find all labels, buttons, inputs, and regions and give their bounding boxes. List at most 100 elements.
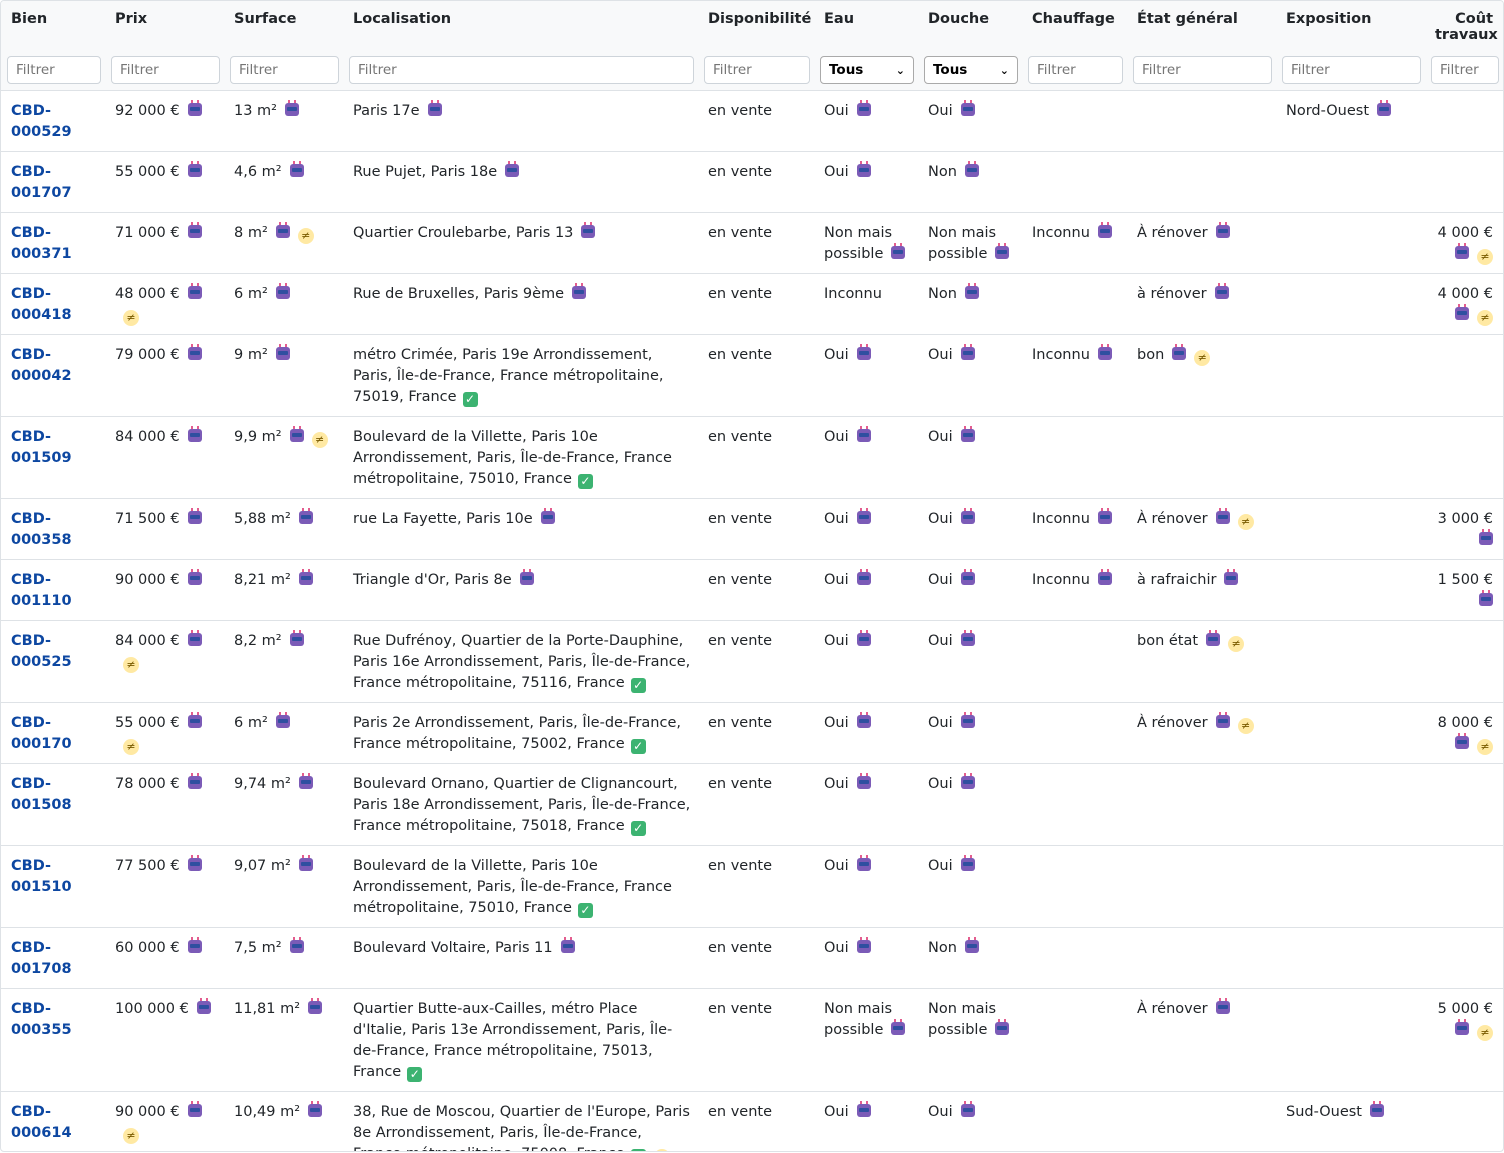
robot-icon xyxy=(995,243,1010,259)
property-id-prefix: CBD- xyxy=(11,633,52,649)
robot-icon xyxy=(275,222,290,238)
property-id-link[interactable]: CBD- 000371 xyxy=(11,225,72,262)
cell-exposition xyxy=(1276,416,1425,499)
header-prix[interactable]: Prix xyxy=(105,1,224,53)
price-value: 55 000 € xyxy=(115,164,180,180)
condition-value: à rafraichir xyxy=(1137,572,1217,588)
robot-icon xyxy=(856,508,871,524)
cell-exposition xyxy=(1276,334,1425,417)
table-row[interactable]: CBD- 000042 79 000 € 9 m² métro Crimée, Pari… xyxy=(1,334,1503,417)
filter-disponibilite-input[interactable] xyxy=(704,56,810,84)
table-row[interactable]: CBD- 000529 92 000 € 13 m² Paris 17e en vente… xyxy=(1,90,1503,152)
property-id-link[interactable]: CBD- 001708 xyxy=(11,940,72,977)
table-row[interactable]: CBD- 001508 78 000 € 9,74 m² Boulevard Ornan… xyxy=(1,763,1503,846)
table-row[interactable]: CBD- 000170 55 000 € ≠ 6 m² Paris 2e Arrondis… xyxy=(1,702,1503,764)
price-value: 100 000 € xyxy=(115,1001,189,1017)
property-id-link[interactable]: CBD- 000042 xyxy=(11,347,72,384)
cell-bien: CBD- 001509 xyxy=(1,416,105,499)
cell-eau: Oui xyxy=(814,416,918,499)
cell-cout-travaux xyxy=(1425,151,1503,213)
availability-value: en vente xyxy=(708,776,773,792)
filter-localisation-input[interactable] xyxy=(349,56,694,84)
table-row[interactable]: CBD- 000355 100 000 € 11,81 m² Quartier Butt… xyxy=(1,988,1503,1092)
water-value: Oui xyxy=(824,776,849,792)
filter-chauffage-input[interactable] xyxy=(1028,56,1123,84)
header-douche[interactable]: Douche xyxy=(918,1,1022,53)
header-disponibilite[interactable]: Disponibilité xyxy=(698,1,814,53)
cell-etat xyxy=(1127,927,1276,989)
property-id-link[interactable]: CBD- 001509 xyxy=(11,429,72,466)
table-row[interactable]: CBD- 001510 77 500 € 9,07 m² Boulevard de la… xyxy=(1,845,1503,928)
property-id-link[interactable]: CBD- 000170 xyxy=(11,715,72,752)
filter-bien-input[interactable] xyxy=(7,56,101,84)
filter-prix-input[interactable] xyxy=(111,56,220,84)
cell-douche: Oui xyxy=(918,559,1022,621)
robot-icon xyxy=(289,161,304,177)
cell-prix: 55 000 € ≠ xyxy=(105,702,224,764)
filter-exposition-input[interactable] xyxy=(1282,56,1421,84)
property-id-link[interactable]: CBD- 000529 xyxy=(11,103,72,140)
works-cost-value: 5 000 € xyxy=(1437,1001,1493,1017)
table-row[interactable]: CBD- 000525 84 000 € ≠ 8,2 m² Rue Dufrénoy, Q… xyxy=(1,620,1503,703)
cell-disponibilite: en vente xyxy=(698,988,814,1092)
filter-etat-input[interactable] xyxy=(1133,56,1272,84)
property-id-number: 000355 xyxy=(11,1022,72,1038)
surface-value: 5,88 m² xyxy=(234,511,291,527)
table-row[interactable]: CBD- 000614 90 000 € ≠ 10,49 m² 38, Rue de Mo… xyxy=(1,1091,1503,1151)
robot-icon xyxy=(960,712,975,728)
header-etat[interactable]: État général xyxy=(1127,1,1276,53)
header-bien[interactable]: Bien xyxy=(1,1,105,53)
robot-icon xyxy=(1097,569,1112,585)
cell-cout-travaux xyxy=(1425,845,1503,928)
header-localisation[interactable]: Localisation xyxy=(343,1,698,53)
property-id-link[interactable]: CBD- 001110 xyxy=(11,572,72,609)
header-cout-travaux[interactable]: Coût travaux xyxy=(1425,1,1503,53)
location-value: Quartier Butte-aux-Cailles, métro Place … xyxy=(353,1001,673,1080)
surface-value: 7,5 m² xyxy=(234,940,282,956)
header-exposition[interactable]: Exposition xyxy=(1276,1,1425,53)
robot-icon xyxy=(298,508,313,524)
filter-eau-select[interactable]: Tous ⌄ xyxy=(820,56,914,84)
works-cost-value: 4 000 € xyxy=(1437,286,1493,302)
cell-douche: Oui xyxy=(918,90,1022,152)
table-row[interactable]: CBD- 001509 84 000 € 9,9 m² ≠ Boulevard de la… xyxy=(1,416,1503,499)
cell-etat: à rénover xyxy=(1127,273,1276,335)
property-id-link[interactable]: CBD- 001508 xyxy=(11,776,72,813)
availability-value: en vente xyxy=(708,858,773,874)
availability-value: en vente xyxy=(708,1104,773,1120)
property-id-link[interactable]: CBD- 000418 xyxy=(11,286,72,323)
property-id-link[interactable]: CBD- 000525 xyxy=(11,633,72,670)
filter-cout-input[interactable] xyxy=(1431,56,1499,84)
cell-eau: Non mais possible xyxy=(814,212,918,274)
filter-surface-input[interactable] xyxy=(230,56,339,84)
table-row[interactable]: CBD- 001110 90 000 € 8,21 m² Triangle d'Or, … xyxy=(1,559,1503,621)
property-id-link[interactable]: CBD- 001707 xyxy=(11,164,72,201)
robot-icon xyxy=(960,773,975,789)
header-surface[interactable]: Surface xyxy=(224,1,343,53)
property-id-link[interactable]: CBD- 001510 xyxy=(11,858,72,895)
cell-disponibilite: en vente xyxy=(698,1091,814,1151)
robot-icon xyxy=(856,426,871,442)
table-row[interactable]: CBD- 001708 60 000 € 7,5 m² Boulevard Voltai… xyxy=(1,927,1503,989)
table-row[interactable]: CBD- 000418 48 000 € ≠ 6 m² Rue de Bruxelles,… xyxy=(1,273,1503,335)
condition-value: À rénover xyxy=(1137,511,1208,527)
cell-cout-travaux xyxy=(1425,334,1503,417)
table-row[interactable]: CBD- 000358 71 500 € 5,88 m² rue La Fayette,… xyxy=(1,498,1503,560)
header-chauffage[interactable]: Chauffage xyxy=(1022,1,1127,53)
robot-icon xyxy=(1215,712,1230,728)
property-id-link[interactable]: CBD- 000355 xyxy=(11,1001,72,1038)
table-row[interactable]: CBD- 001707 55 000 € 4,6 m² Rue Pujet, Paris… xyxy=(1,151,1503,213)
property-id-number: 000371 xyxy=(11,246,72,262)
cell-disponibilite: en vente xyxy=(698,90,814,152)
cell-prix: 48 000 € ≠ xyxy=(105,273,224,335)
filter-douche-select[interactable]: Tous ⌄ xyxy=(924,56,1018,84)
shower-value: Oui xyxy=(928,776,953,792)
cell-prix: 71 000 € xyxy=(105,212,224,274)
header-eau[interactable]: Eau xyxy=(814,1,918,53)
cell-localisation: Paris 2e Arrondissement, Paris, Île-de-F… xyxy=(343,702,698,764)
property-id-link[interactable]: CBD- 000614 xyxy=(11,1104,72,1141)
property-id-link[interactable]: CBD- 000358 xyxy=(11,511,72,548)
table-row[interactable]: CBD- 000371 71 000 € 8 m² ≠ Quartier Crouleba… xyxy=(1,212,1503,274)
property-id-prefix: CBD- xyxy=(11,1104,52,1120)
shower-value: Oui xyxy=(928,347,953,363)
